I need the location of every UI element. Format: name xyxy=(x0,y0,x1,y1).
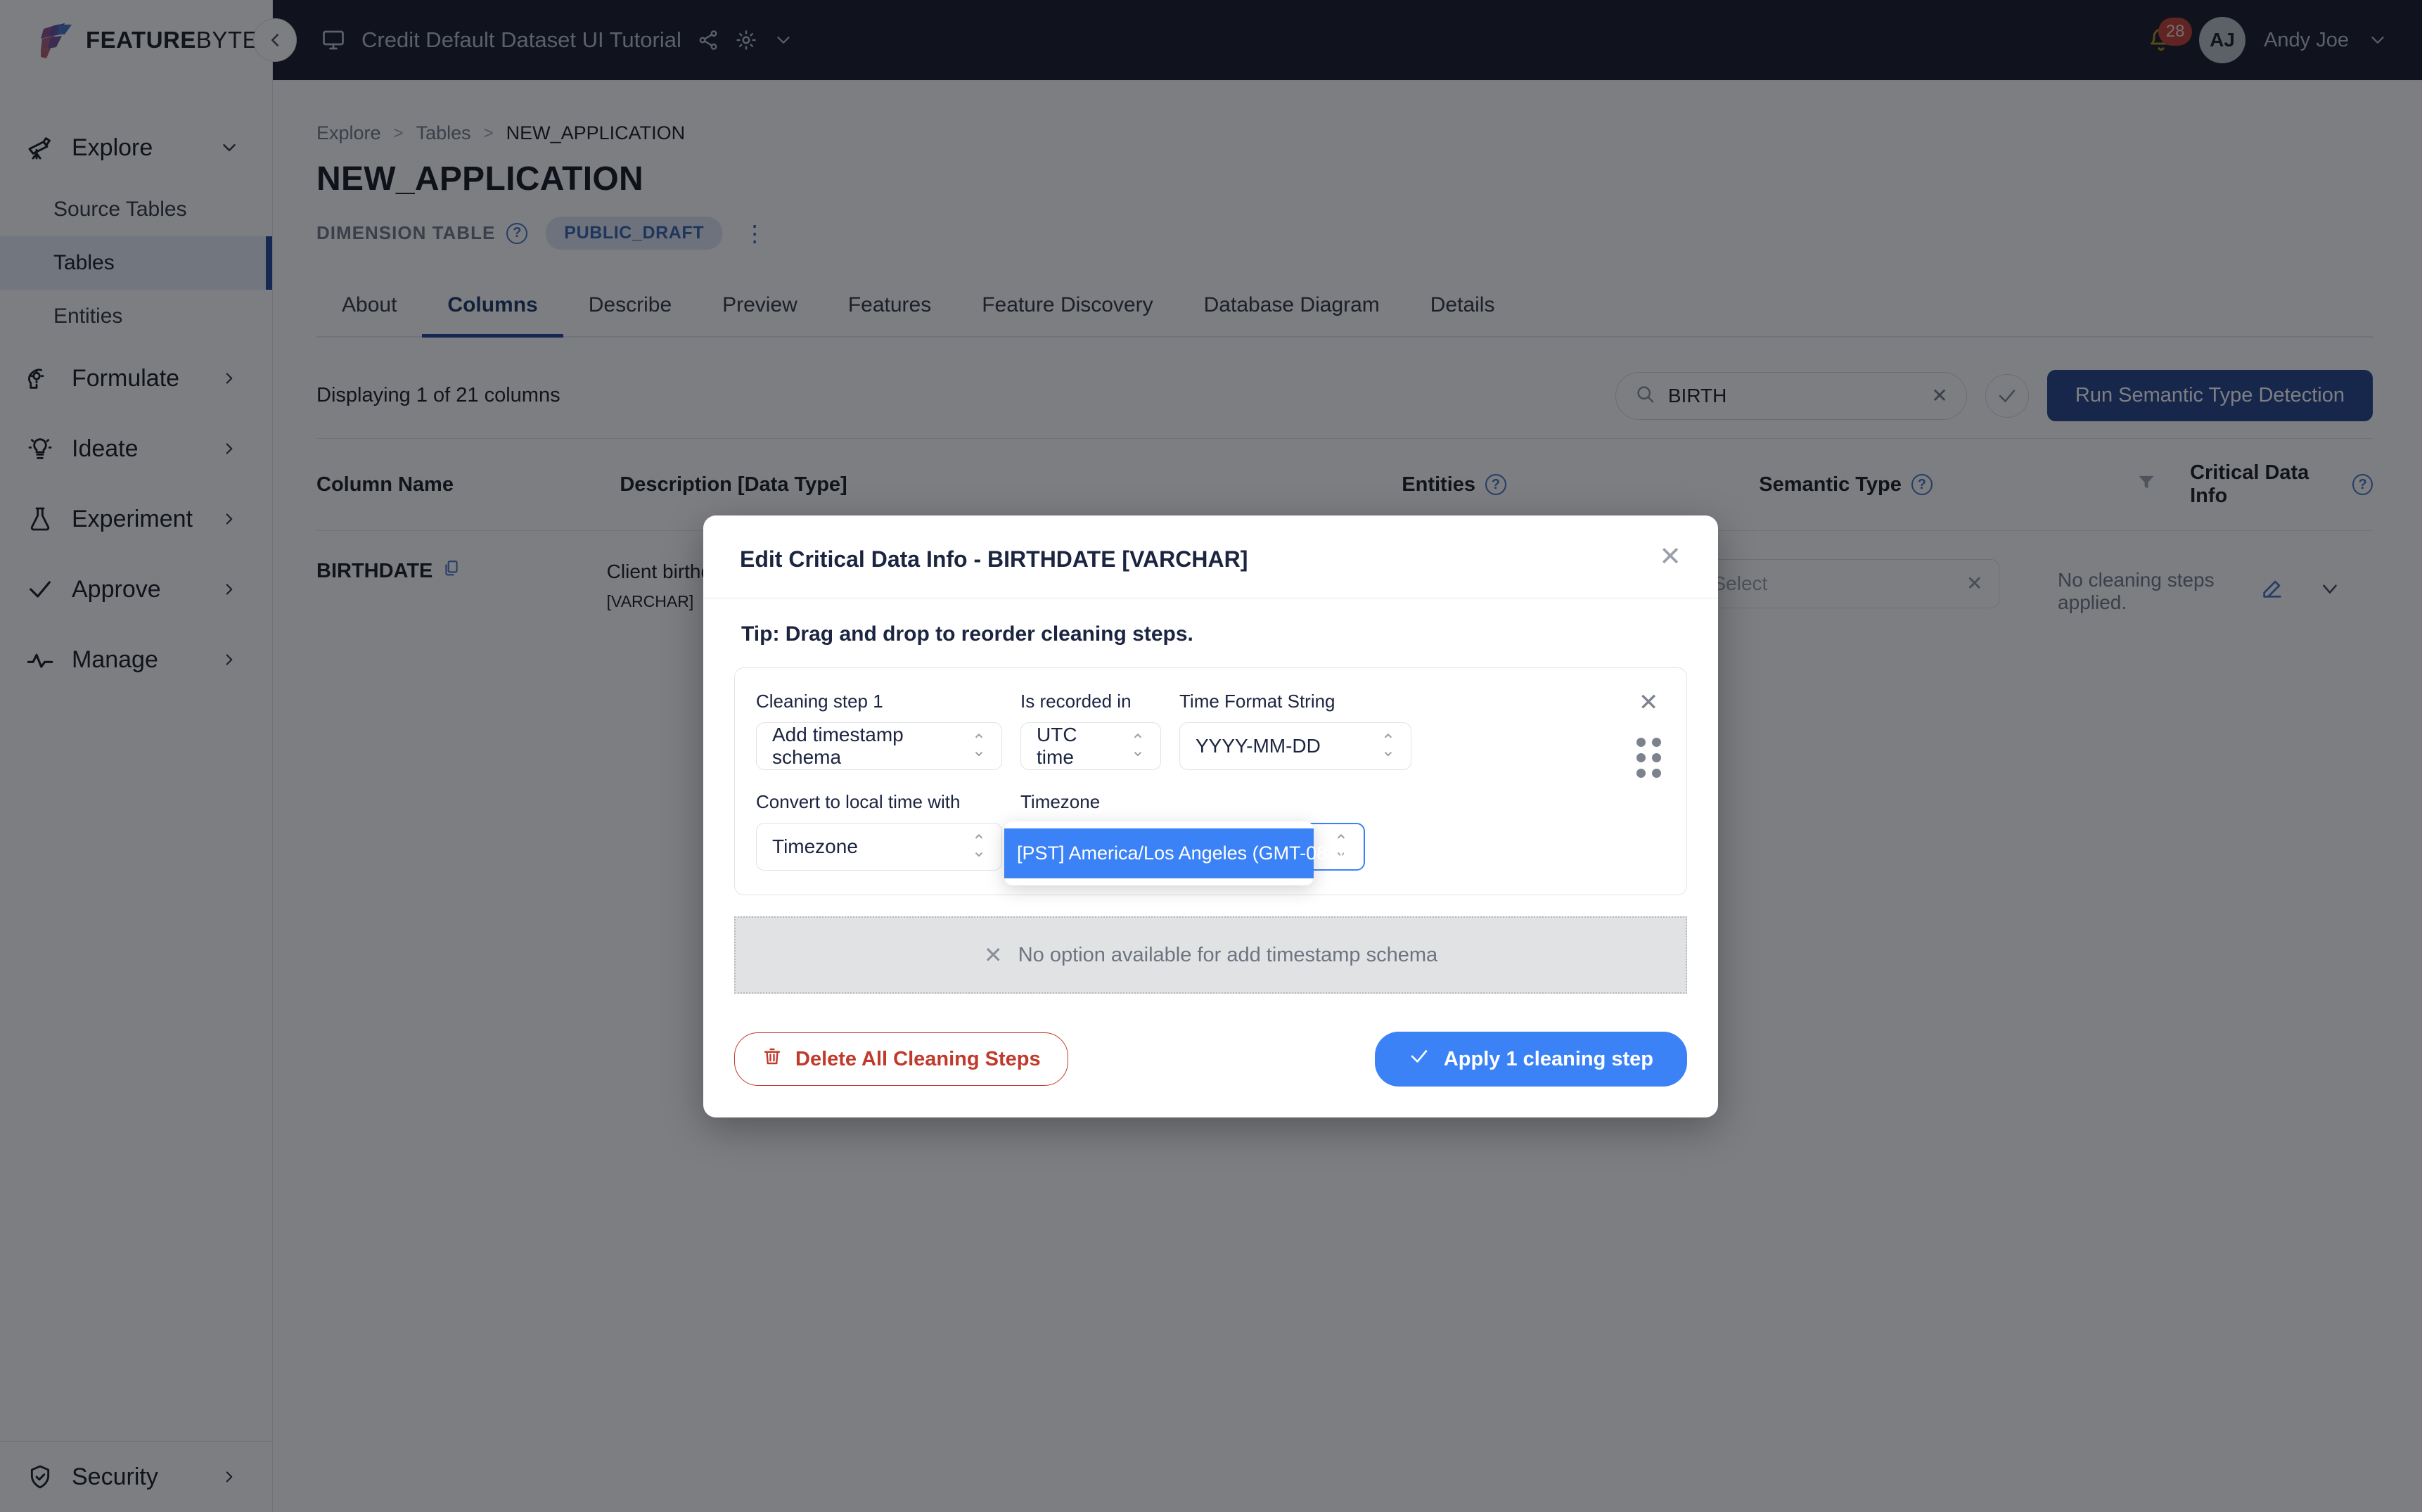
modal-tip: Tip: Drag and drop to reorder cleaning s… xyxy=(741,622,1193,646)
delete-all-label: Delete All Cleaning Steps xyxy=(795,1047,1041,1070)
field-label: Is recorded in xyxy=(1020,691,1132,712)
field-label: Cleaning step 1 xyxy=(756,691,883,712)
trash-icon xyxy=(762,1046,783,1072)
apply-cleaning-step-button[interactable]: Apply 1 cleaning step xyxy=(1374,1032,1687,1087)
chevron-updown-icon: ⌃⌄ xyxy=(1130,731,1145,760)
close-icon[interactable]: ✕ xyxy=(1639,691,1659,715)
delete-all-cleaning-steps-button[interactable]: Delete All Cleaning Steps xyxy=(734,1032,1068,1086)
cleaning-step-select[interactable]: Add timestamp schema ⌃ ⌄ xyxy=(756,722,1002,770)
time-format-string-select[interactable]: YYYY-MM-DD ⌃ ⌄ xyxy=(1179,722,1411,770)
field-label: Convert to local time with xyxy=(756,791,961,812)
field-convert-to-local-time-with: Convert to local time with Timezone ⌃ ⌄ xyxy=(756,791,1002,871)
field-label: Timezone xyxy=(1020,791,1101,812)
timezone-dropdown-menu: [PST] America/Los Angeles (GMT-08:00) xyxy=(1004,821,1360,885)
close-icon: ✕ xyxy=(983,942,1003,968)
is-recorded-in-select[interactable]: UTC time ⌃ ⌄ xyxy=(1020,722,1161,770)
field-value: YYYY-MM-DD xyxy=(1196,735,1321,757)
cleaning-step-dropzone[interactable]: ✕ No option available for add timestamp … xyxy=(734,916,1687,994)
field-value: UTC time xyxy=(1037,724,1077,768)
apply-label: Apply 1 cleaning step xyxy=(1443,1047,1653,1070)
chevron-updown-icon: ⌃⌄ xyxy=(1380,731,1395,760)
check-icon xyxy=(1409,1046,1430,1072)
field-value: Timezone xyxy=(772,835,858,857)
cleaning-step-tools: ✕ xyxy=(1632,691,1665,871)
field-value: Add timestamp schema xyxy=(772,724,904,768)
field-cleaning-step: Cleaning step 1 Add timestamp schema ⌃ ⌄ xyxy=(756,691,1002,770)
edit-critical-data-info-modal: Edit Critical Data Info - BIRTHDATE [VAR… xyxy=(703,515,1718,1117)
dropzone-text: No option available for add timestamp sc… xyxy=(1018,943,1438,966)
modal-title: Edit Critical Data Info - BIRTHDATE [VAR… xyxy=(740,546,1248,572)
drag-dots-icon[interactable] xyxy=(1636,738,1661,779)
convert-to-local-time-select[interactable]: Timezone ⌃ ⌄ xyxy=(756,823,1002,871)
modal-header: Edit Critical Data Info - BIRTHDATE [VAR… xyxy=(703,515,1718,598)
timezone-option[interactable]: [PST] America/Los Angeles (GMT-08:00) xyxy=(1004,828,1360,878)
modal-body: Tip: Drag and drop to reorder cleaning s… xyxy=(703,598,1718,994)
field-label: Time Format String xyxy=(1179,691,1335,712)
modal-footer: Delete All Cleaning Steps Apply 1 cleani… xyxy=(703,1006,1718,1117)
chevron-updown-icon: ⌃⌄ xyxy=(971,731,986,760)
field-time-format-string: Time Format String YYYY-MM-DD ⌃ ⌄ xyxy=(1179,691,1411,770)
chevron-updown-icon: ⌃⌄ xyxy=(971,831,986,861)
field-is-recorded-in: Is recorded in UTC time ⌃ ⌄ xyxy=(1020,691,1161,770)
close-icon[interactable]: ✕ xyxy=(1659,544,1681,570)
